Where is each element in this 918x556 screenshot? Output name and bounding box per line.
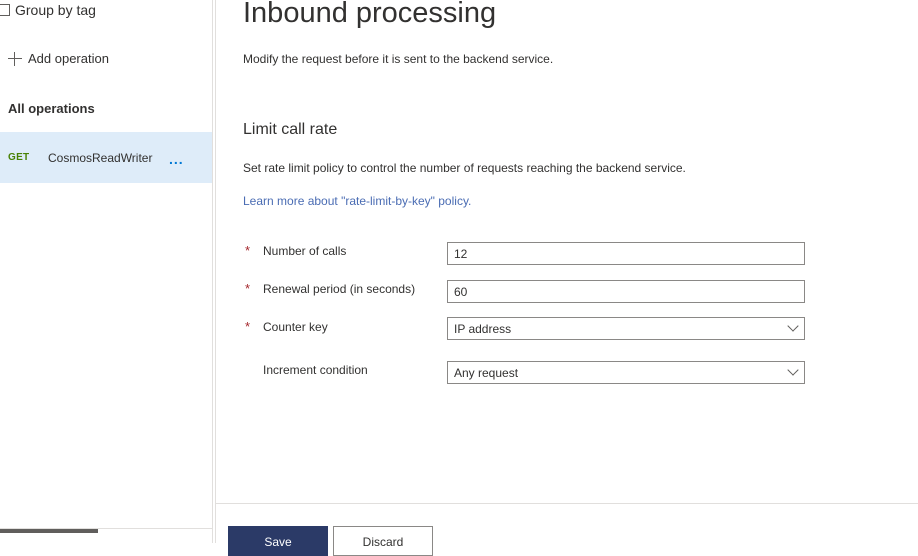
counter-key-dropdown[interactable]: IP address [447,317,805,340]
group-by-tag-checkbox[interactable] [0,4,10,16]
renewal-period-input[interactable]: 60 [447,280,805,303]
increment-condition-dropdown[interactable]: Any request [447,361,805,384]
required-marker: * [245,319,251,334]
required-marker: * [245,243,251,258]
add-operation-button[interactable]: Add operation [8,51,109,66]
section-description: Set rate limit policy to control the num… [243,161,686,175]
counter-key-label: Counter key [263,320,328,334]
http-method-badge: GET [8,152,30,163]
increment-condition-value: Any request [454,365,519,380]
counter-key-value: IP address [454,321,512,336]
group-by-tag-toggle[interactable]: Group by tag [0,0,96,20]
page-title: Inbound processing [243,0,497,29]
number-of-calls-label: Number of calls [263,244,347,258]
plus-icon [8,51,22,66]
footer-divider [216,503,918,504]
renewal-period-label: Renewal period (in seconds) [263,282,416,296]
group-by-tag-label: Group by tag [15,2,96,18]
horizontal-scrollbar[interactable] [0,529,98,533]
chevron-down-icon [788,322,798,332]
learn-more-link[interactable]: Learn more about "rate-limit-by-key" pol… [243,194,471,208]
section-title: Limit call rate [243,121,338,138]
discard-button[interactable]: Discard [333,526,433,556]
operations-panel: Group by tag Add operation All operation… [0,0,212,543]
save-button[interactable]: Save [228,526,328,556]
number-of-calls-input[interactable]: 12 [447,242,805,265]
panel-splitter[interactable] [212,0,213,543]
operation-name: CosmosReadWriter [48,150,153,165]
more-options-icon[interactable]: ... [169,152,184,166]
panel-splitter-edge [215,0,216,543]
add-operation-label: Add operation [28,51,109,66]
page-subtitle: Modify the request before it is sent to … [243,52,554,66]
required-marker: * [245,281,251,296]
increment-condition-label: Increment condition [263,363,368,377]
renewal-period-value: 60 [454,284,468,299]
all-operations-heading[interactable]: All operations [8,101,95,116]
number-of-calls-value: 12 [454,246,468,261]
chevron-down-icon [788,366,798,376]
operation-row-cosmosreadwriter[interactable]: GET CosmosReadWriter ... [0,132,212,183]
